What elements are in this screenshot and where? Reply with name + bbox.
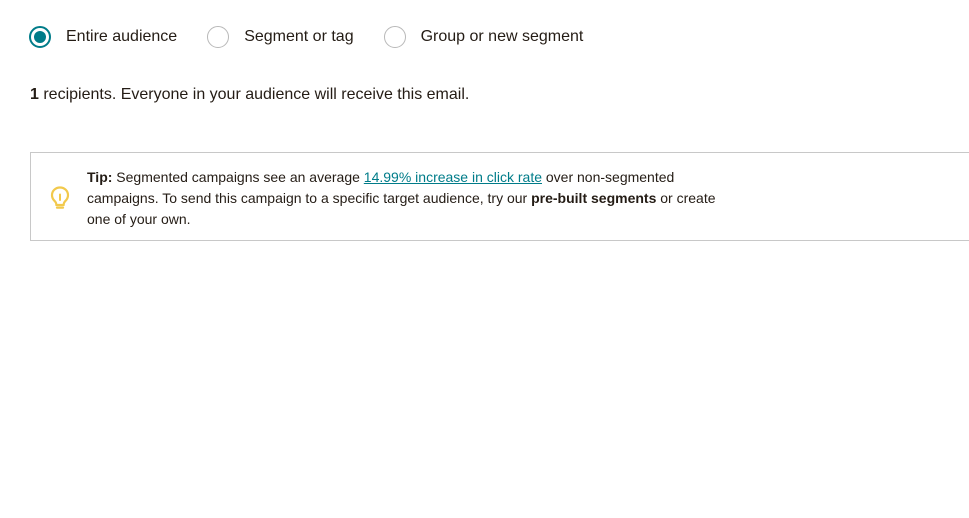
pre-built-segments-text: pre-built segments	[531, 190, 657, 206]
radio-button-group-or-new-segment[interactable]	[383, 26, 406, 48]
radio-option-entire-audience[interactable]: Entire audience	[29, 26, 177, 48]
tip-box: Tip: Segmented campaigns see an average …	[30, 152, 969, 241]
radio-label-segment-or-tag: Segment or tag	[244, 28, 354, 45]
radio-label-group-or-new-segment: Group or new segment	[420, 28, 584, 45]
audience-radio-group: Entire audience Segment or tag Group or …	[29, 26, 613, 48]
recipient-count: 1	[30, 86, 39, 103]
recipient-summary-text: recipients. Everyone in your audience wi…	[38, 86, 470, 103]
tip-text: Tip: Segmented campaigns see an average …	[87, 167, 727, 230]
radio-button-segment-or-tag[interactable]	[207, 26, 230, 48]
radio-label-entire-audience: Entire audience	[66, 28, 178, 45]
radio-option-segment-or-tag[interactable]: Segment or tag	[207, 26, 354, 48]
tip-prefix: Tip:	[87, 169, 113, 185]
recipient-summary: 1 recipients. Everyone in your audience …	[30, 86, 469, 104]
radio-button-entire-audience[interactable]	[29, 26, 51, 48]
radio-option-group-or-new-segment[interactable]: Group or new segment	[383, 26, 584, 48]
click-rate-link[interactable]: 14.99% increase in click rate	[364, 169, 542, 185]
lightbulb-icon	[50, 186, 70, 209]
tip-text-part-1: Segmented campaigns see an average	[112, 169, 364, 185]
